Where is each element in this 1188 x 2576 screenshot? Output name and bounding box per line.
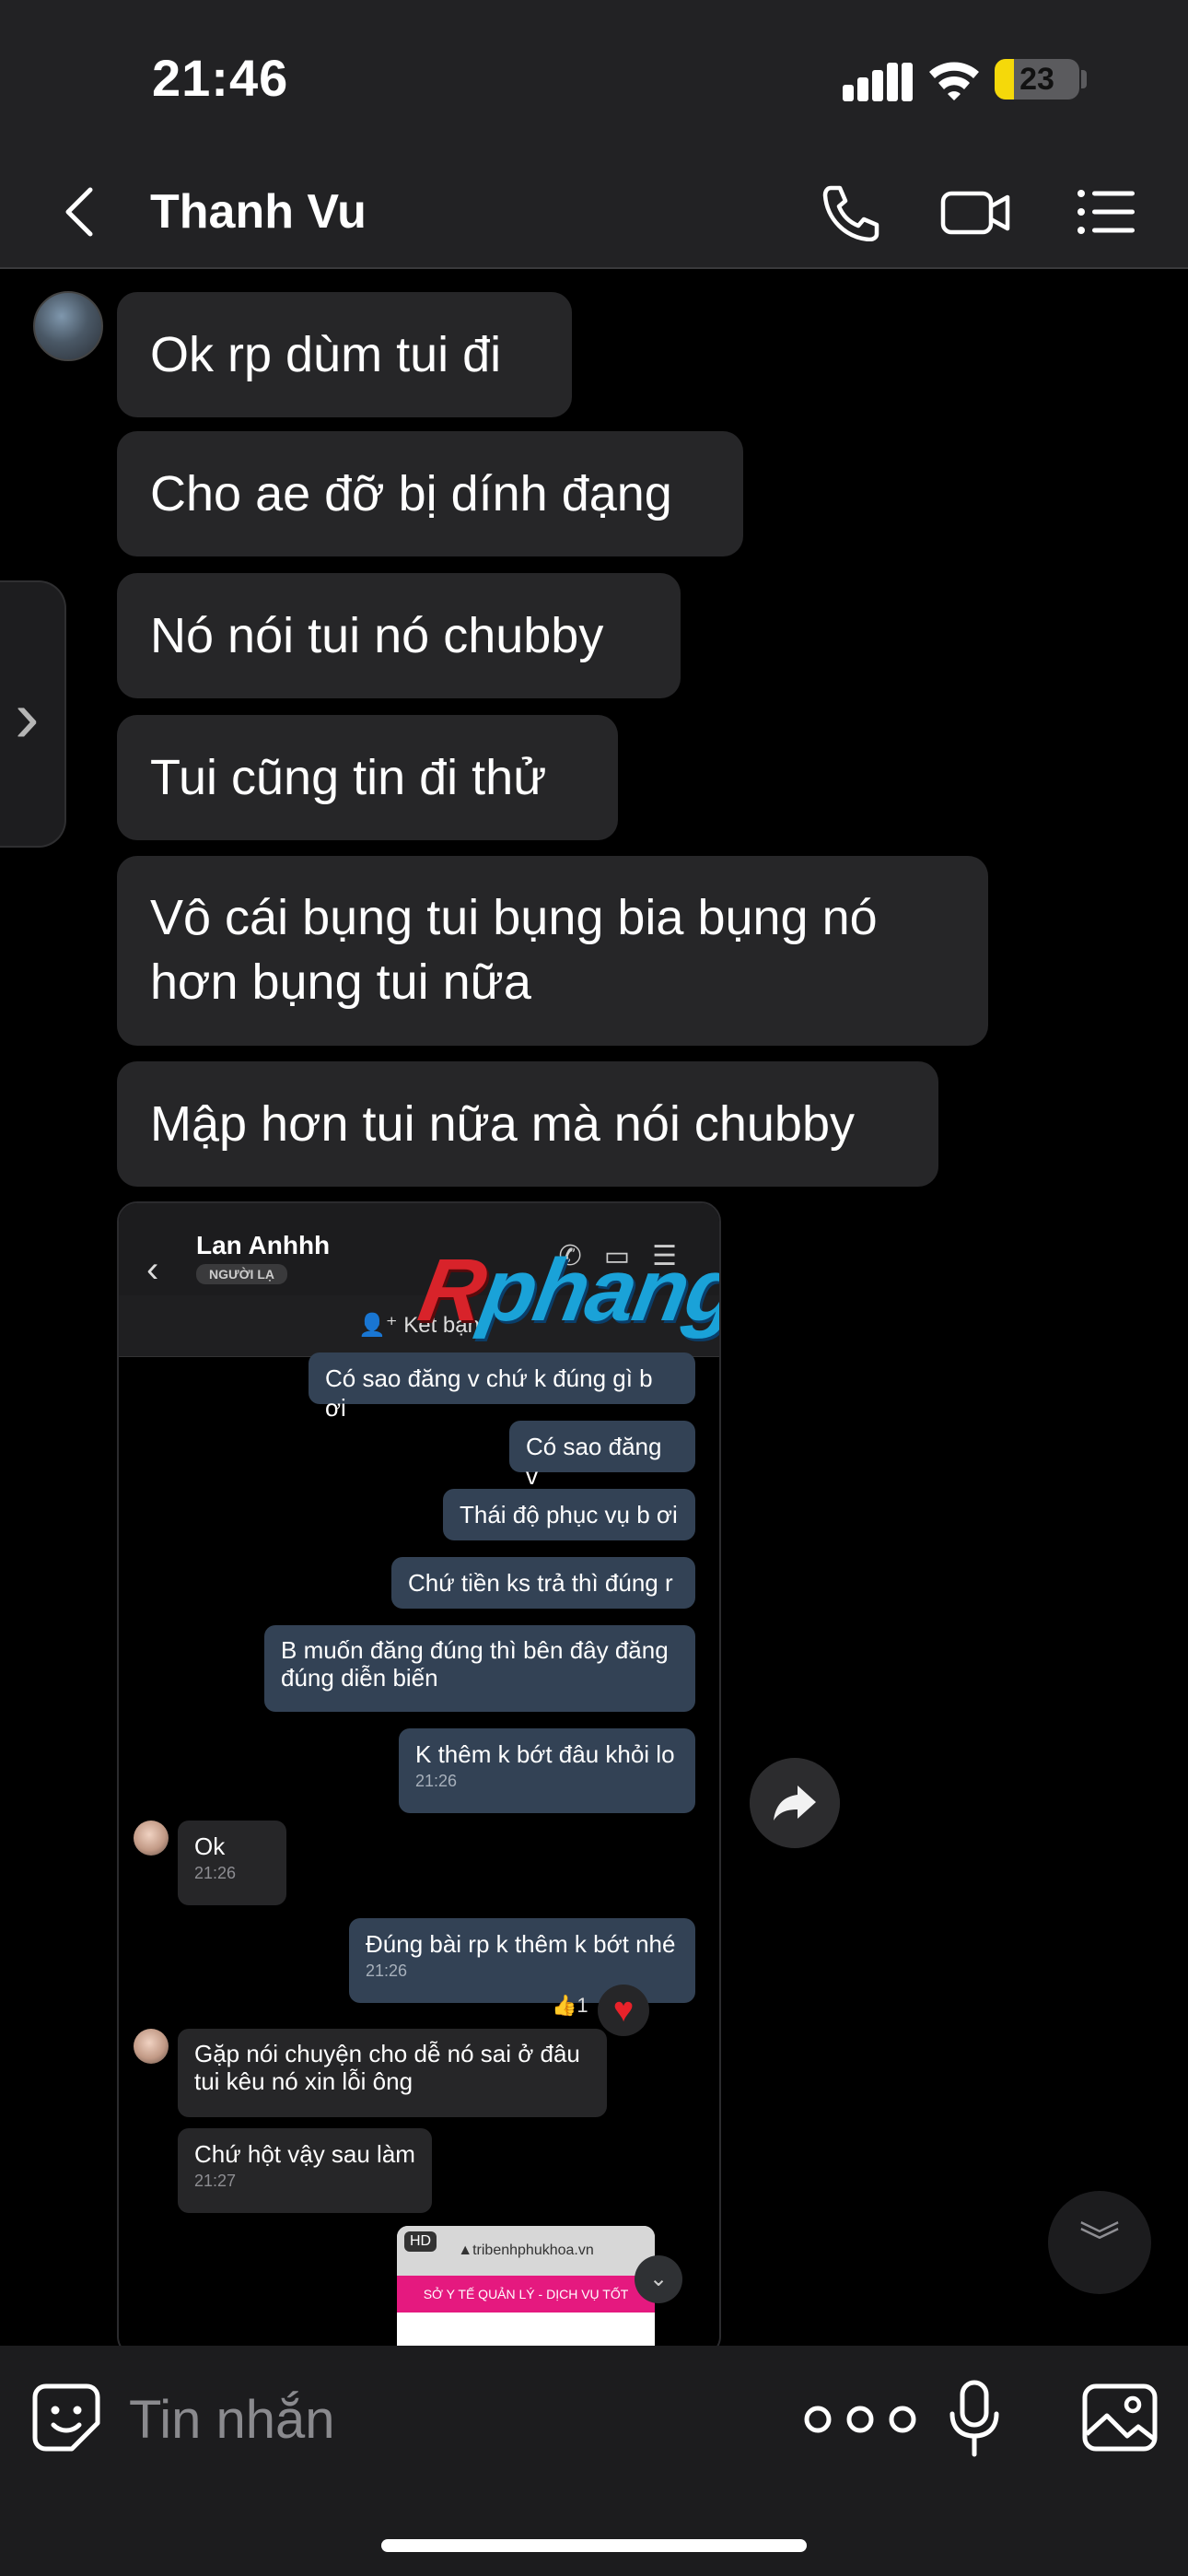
watermark-logo: Rphang: [412, 1241, 721, 1340]
embedded-message: Chứ hột vậy sau làm 21:27: [178, 2128, 432, 2213]
chevron-left-icon[interactable]: [55, 182, 111, 241]
avatar[interactable]: [33, 291, 103, 361]
phone-icon[interactable]: [818, 182, 882, 241]
embedded-contact-name: Lan Anhhh: [196, 1231, 331, 1259]
chat-header: Thanh Vu: [0, 157, 1188, 269]
embedded-message: Đúng bài rp k thêm k bớt nhé 21:26: [349, 1918, 695, 2003]
preview-url: tribenhphukhoa.vn: [472, 2242, 594, 2258]
ellipsis-icon[interactable]: [799, 2392, 921, 2447]
message-bubble[interactable]: Ok rp dùm tui đi: [117, 292, 572, 417]
message-input[interactable]: [129, 2383, 718, 2456]
avatar: [134, 2029, 169, 2064]
chevron-left-icon: ‹: [146, 1249, 159, 1290]
wifi-icon: [929, 62, 979, 100]
add-user-icon: 👤⁺: [358, 1313, 404, 1338]
avatar: [134, 1821, 169, 1856]
lock-icon: ▲: [458, 2242, 473, 2258]
side-panel-tab[interactable]: ›: [0, 580, 66, 848]
image-icon[interactable]: [1081, 2383, 1159, 2453]
message-text: Ok rp dùm tui đi: [150, 327, 502, 382]
link-preview: ▲tribenhphukhoa.vn SỞ Y TẾ QUẢN LÝ - DỊC…: [397, 2226, 655, 2346]
microphone-icon[interactable]: [947, 2379, 1002, 2458]
embedded-message: B muốn đăng đúng thì bên đây đăng đúng d…: [264, 1625, 695, 1712]
sticker-face-icon[interactable]: [31, 2383, 101, 2453]
preview-banner: SỞ Y TẾ QUẢN LÝ - DỊCH VỤ TỐT: [397, 2276, 655, 2313]
embedded-message: Chứ tiền ks trả thì đúng r: [391, 1557, 695, 1609]
message-bubble[interactable]: Mập hơn tui nữa mà nói chubby: [117, 1061, 938, 1187]
status-time: 21:46: [152, 49, 289, 107]
list-icon[interactable]: [1076, 182, 1140, 241]
double-chevron-down-icon[interactable]: ︾: [1048, 2191, 1151, 2294]
message-text: Tui cũng tin đi thử: [150, 750, 547, 805]
embedded-message: K thêm k bớt đâu khỏi lo 21:26: [399, 1728, 695, 1813]
message-bubble[interactable]: Vô cái bụng tui bụng bia bụng nó hơn bụn…: [117, 856, 988, 1046]
contact-name[interactable]: Thanh Vu: [150, 184, 367, 240]
double-chevron-down-icon: ⌄: [635, 2255, 682, 2303]
chevron-right-icon: ›: [15, 675, 40, 757]
reaction-count: 👍1: [552, 1994, 588, 2017]
embedded-message: Có sao đăng v: [509, 1421, 695, 1490]
shared-screenshot-image[interactable]: ‹ Lan Anhhh NGƯỜI LẠ ✆▭☰ 👤⁺ Kết bạn Rpha…: [117, 1201, 721, 2346]
home-indicator: [381, 2539, 807, 2552]
stranger-badge: NGƯỜI LẠ: [196, 1264, 287, 1284]
message-bubble[interactable]: Nó nói tui nó chubby: [117, 573, 681, 698]
share-arrow-icon[interactable]: [750, 1758, 840, 1848]
video-camera-icon[interactable]: [939, 182, 1013, 241]
message-text: Vô cái bụng tui bụng bia bụng nó hơn bụn…: [150, 890, 878, 1010]
message-text: Mập hơn tui nữa mà nói chubby: [150, 1096, 855, 1152]
status-bar: 21:46 23: [0, 0, 1188, 157]
embedded-message: Thái độ phục vụ b ơi: [443, 1489, 695, 1540]
hd-badge: HD: [404, 2231, 437, 2252]
embedded-message: Gặp nói chuyện cho dễ nó sai ở đâu tui k…: [178, 2029, 607, 2117]
battery-indicator: 23: [995, 59, 1079, 100]
cellular-signal-icon: [843, 63, 913, 101]
embedded-message: Ok 21:26: [178, 1821, 286, 1905]
message-text: Nó nói tui nó chubby: [150, 608, 604, 663]
heart-reaction-icon: ♥: [598, 1985, 649, 2036]
message-bubble[interactable]: Tui cũng tin đi thử: [117, 715, 618, 840]
message-text: Cho ae đỡ bị dính đạng: [150, 466, 672, 521]
battery-percent: 23: [1019, 62, 1054, 97]
embedded-message: Có sao đăng v chứ k đúng gì b ơi: [309, 1352, 695, 1422]
message-bubble[interactable]: Cho ae đỡ bị dính đạng: [117, 431, 743, 556]
message-list[interactable]: Ok rp dùm tui đi Cho ae đỡ bị dính đạng …: [0, 269, 1188, 2346]
battery-tip: [1081, 70, 1087, 88]
